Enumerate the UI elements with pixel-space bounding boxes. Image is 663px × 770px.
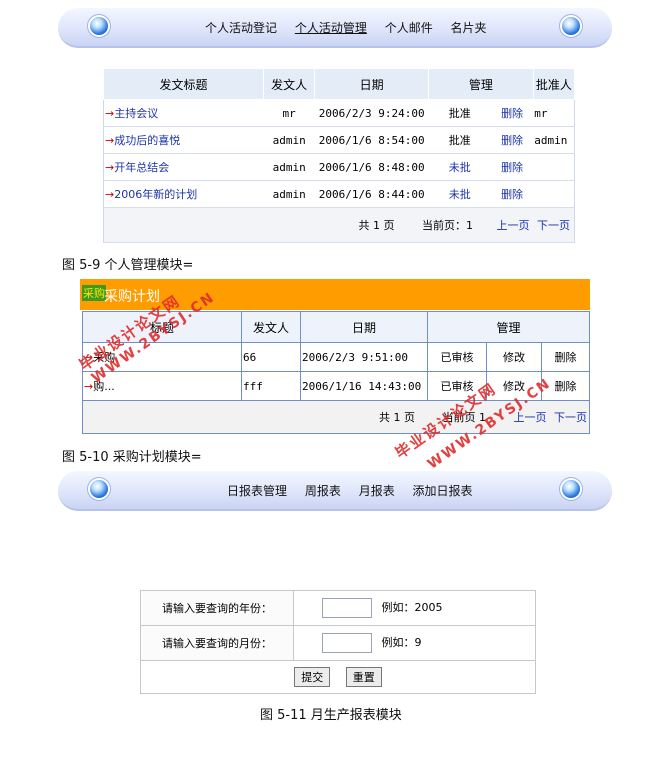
author-cell: admin [263,126,315,154]
author-cell: fff [241,371,301,401]
approver-cell [533,180,575,208]
date-cell: 2006/1/6 8:48:00 [314,153,429,181]
delete-link[interactable]: 删除 [490,180,534,208]
page-total: 共 1 页 [379,411,415,424]
col-header-author: 发文人 [241,311,301,343]
month-report-query-form: 请输入要查询的年份： 例如：2005 请输入要查询的月份： 例如：9 提交 重置 [140,590,536,694]
author-cell: admin [263,180,315,208]
col-header-manage: 管理 [427,311,590,343]
status-cell[interactable]: 未批 [428,153,491,181]
nav-item-daily-report-manage[interactable]: 日报表管理 [227,484,287,498]
date-cell: 2006/1/6 8:44:00 [314,180,429,208]
approver-cell: admin [533,126,575,154]
doc-title-link[interactable]: 成功后的喜悦 [114,134,180,147]
col-header-title: 发文标题 [102,68,265,100]
col-header-author: 发文人 [263,68,316,100]
date-cell: 2006/2/3 9:51:00 [300,342,428,372]
nav-item-cards[interactable]: 名片夹 [451,21,487,35]
month-hint: 例如：9 [381,636,422,649]
status-cell: 批准 [428,99,491,127]
delete-link[interactable]: 删除 [490,99,534,127]
table-row: →开年总结会 admin 2006/1/6 8:48:00 未批 删除 [103,153,575,181]
arrow-icon: → [105,107,115,120]
delete-link[interactable]: 删除 [490,126,534,154]
date-cell: 2006/1/6 8:54:00 [314,126,429,154]
col-header-manage: 管理 [428,68,534,100]
delete-link[interactable]: 删除 [490,153,534,181]
table-row: →成功后的喜悦 admin 2006/1/6 8:54:00 批准 删除 adm… [103,126,575,154]
prev-page-link[interactable]: 上一页 [497,219,530,232]
doc-title-link[interactable]: 开年总结会 [114,161,169,174]
col-header-date: 日期 [300,311,428,343]
right-orb-icon [562,480,580,498]
arrow-icon: → [84,380,94,393]
nav-bar-reports: 日报表管理 周报表 月报表 添加日报表 [58,471,612,511]
year-hint: 例如：2005 [381,601,443,614]
next-page-link[interactable]: 下一页 [554,411,587,424]
arrow-icon: → [105,161,115,174]
doc-title-link[interactable]: 主持会议 [114,107,158,120]
page-current: 当前页：1 [422,219,473,232]
author-cell: 66 [241,342,301,372]
status-cell: 批准 [428,126,491,154]
approver-cell: mr [533,99,575,127]
table-row: →主持会议 mr 2006/2/3 9:24:00 批准 删除 mr [103,99,575,127]
delete-link[interactable]: 删除 [541,342,590,372]
caption-fig-5-11: 图 5-11 月生产报表模块 [260,708,402,723]
date-cell: 2006/2/3 9:24:00 [314,99,429,127]
left-orb-icon [90,480,108,498]
right-orb-icon [562,17,580,35]
col-header-date: 日期 [314,68,430,100]
reset-button[interactable]: 重置 [345,667,382,687]
status-cell[interactable]: 未批 [428,180,491,208]
approver-cell [533,153,575,181]
next-page-link[interactable]: 下一页 [537,219,570,232]
date-cell: 2006/1/16 14:43:00 [300,371,428,401]
month-label: 请输入要查询的月份： [140,625,294,661]
month-input[interactable] [322,633,372,653]
submit-button[interactable]: 提交 [294,667,331,687]
personal-docs-table: 发文标题 发文人 日期 管理 批准人 →主持会议 mr 2006/2/3 9:2… [102,68,576,243]
nav-item-activity-manage[interactable]: 个人活动管理 [295,21,367,35]
caption-fig-5-10: 图 5-10 采购计划模块= [62,450,202,465]
nav-item-activity-register[interactable]: 个人活动登记 [205,21,277,35]
nav-item-mail[interactable]: 个人邮件 [385,21,433,35]
nav-item-add-daily-report[interactable]: 添加日报表 [413,484,473,498]
year-input[interactable] [322,598,372,618]
author-cell: mr [263,99,315,127]
nav-item-monthly-report[interactable]: 月报表 [359,484,395,498]
author-cell: admin [263,153,315,181]
review-status: 已审核 [427,342,487,372]
year-label: 请输入要查询的年份： [140,590,294,626]
nav-bar-personal: 个人活动登记 个人活动管理 个人邮件 名片夹 [58,8,612,48]
page-total: 共 1 页 [358,219,395,232]
left-orb-icon [90,17,108,35]
purchase-icon: 采购 [82,285,106,301]
caption-fig-5-9: 图 5-9 个人管理模块= [62,258,194,273]
edit-link[interactable]: 修改 [486,342,542,372]
doc-title-link[interactable]: 2006年新的计划 [114,188,197,201]
table-row: →采购 66 2006/2/3 9:51:00 已审核 修改 删除 [82,342,590,372]
arrow-icon: → [105,188,115,201]
table-row: →2006年新的计划 admin 2006/1/6 8:44:00 未批 删除 [103,180,575,208]
col-header-approver: 批准人 [532,68,576,100]
arrow-icon: → [105,134,115,147]
nav-item-weekly-report[interactable]: 周报表 [305,484,341,498]
